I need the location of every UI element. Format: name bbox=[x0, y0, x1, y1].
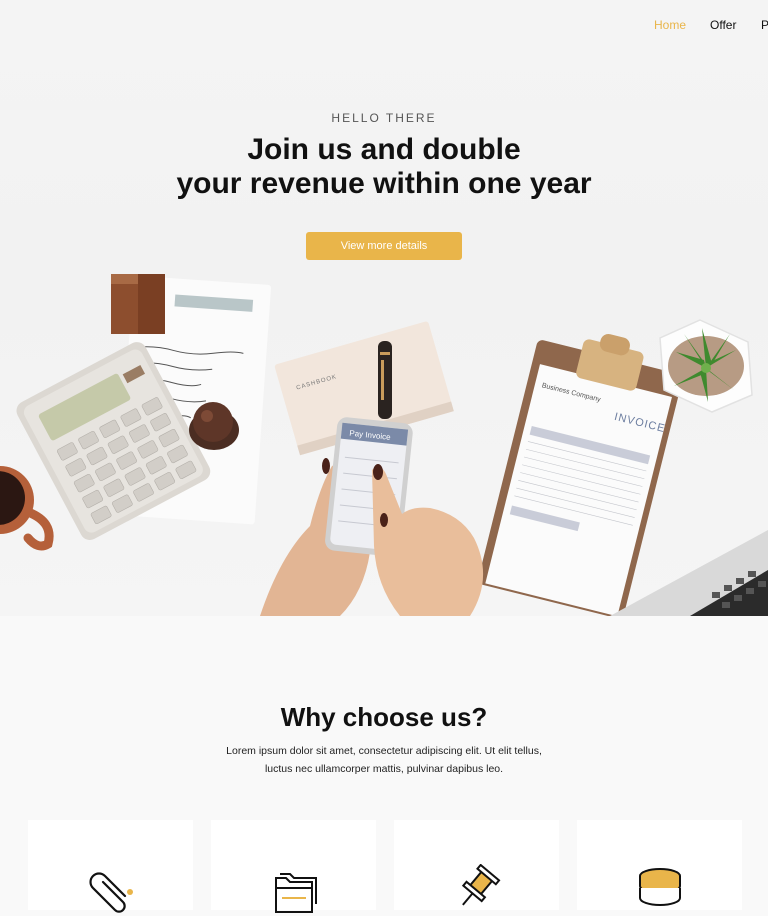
why-choose-us-section: Why choose us? Lorem ipsum dolor sit ame… bbox=[0, 616, 768, 913]
hero-headline-line2: your revenue within one year bbox=[176, 167, 592, 200]
wood-stamp-illustration bbox=[111, 274, 165, 334]
coffee-mug-illustration bbox=[0, 466, 54, 551]
section-title: Why choose us? bbox=[280, 702, 488, 732]
nav-item-home[interactable]: Home bbox=[654, 18, 686, 32]
nav-item-truncated[interactable]: P bbox=[761, 18, 768, 32]
pin-icon bbox=[461, 864, 501, 906]
nav-item-offer[interactable]: Offer bbox=[710, 18, 736, 32]
hero-headline: Join us and double your revenue within o… bbox=[0, 133, 768, 201]
clipboard-invoice-illustration: Business Company INVOICE bbox=[478, 333, 683, 616]
top-navigation: Home Offer P bbox=[0, 0, 768, 50]
hands-phone-illustration: Pay Invoice bbox=[260, 417, 484, 616]
feature-card-folders[interactable] bbox=[211, 820, 376, 913]
coins-icon bbox=[639, 868, 681, 906]
hero-section: CASHBOOK Business Company INVOICE Pay In… bbox=[0, 0, 768, 616]
section-description: Lorem ipsum dolor sit amet, consectetur … bbox=[184, 742, 584, 778]
section-description-line2: luctus nec ullamcorper mattis, pulvinar … bbox=[264, 763, 504, 775]
hero-eyebrow: HELLO THERE bbox=[331, 111, 437, 125]
paperclip-icon bbox=[89, 872, 133, 913]
feature-card-coins[interactable] bbox=[577, 820, 742, 910]
view-more-details-button[interactable]: View more details bbox=[306, 232, 462, 260]
feature-card-pin[interactable] bbox=[394, 820, 559, 910]
hero-headline-line1: Join us and double bbox=[247, 133, 521, 166]
hero-desk-photo: CASHBOOK Business Company INVOICE Pay In… bbox=[0, 274, 768, 616]
pen-illustration bbox=[378, 341, 392, 419]
folders-icon bbox=[275, 873, 317, 913]
section-description-line1: Lorem ipsum dolor sit amet, consectetur … bbox=[226, 745, 542, 757]
feature-card-paperclip[interactable] bbox=[28, 820, 193, 913]
